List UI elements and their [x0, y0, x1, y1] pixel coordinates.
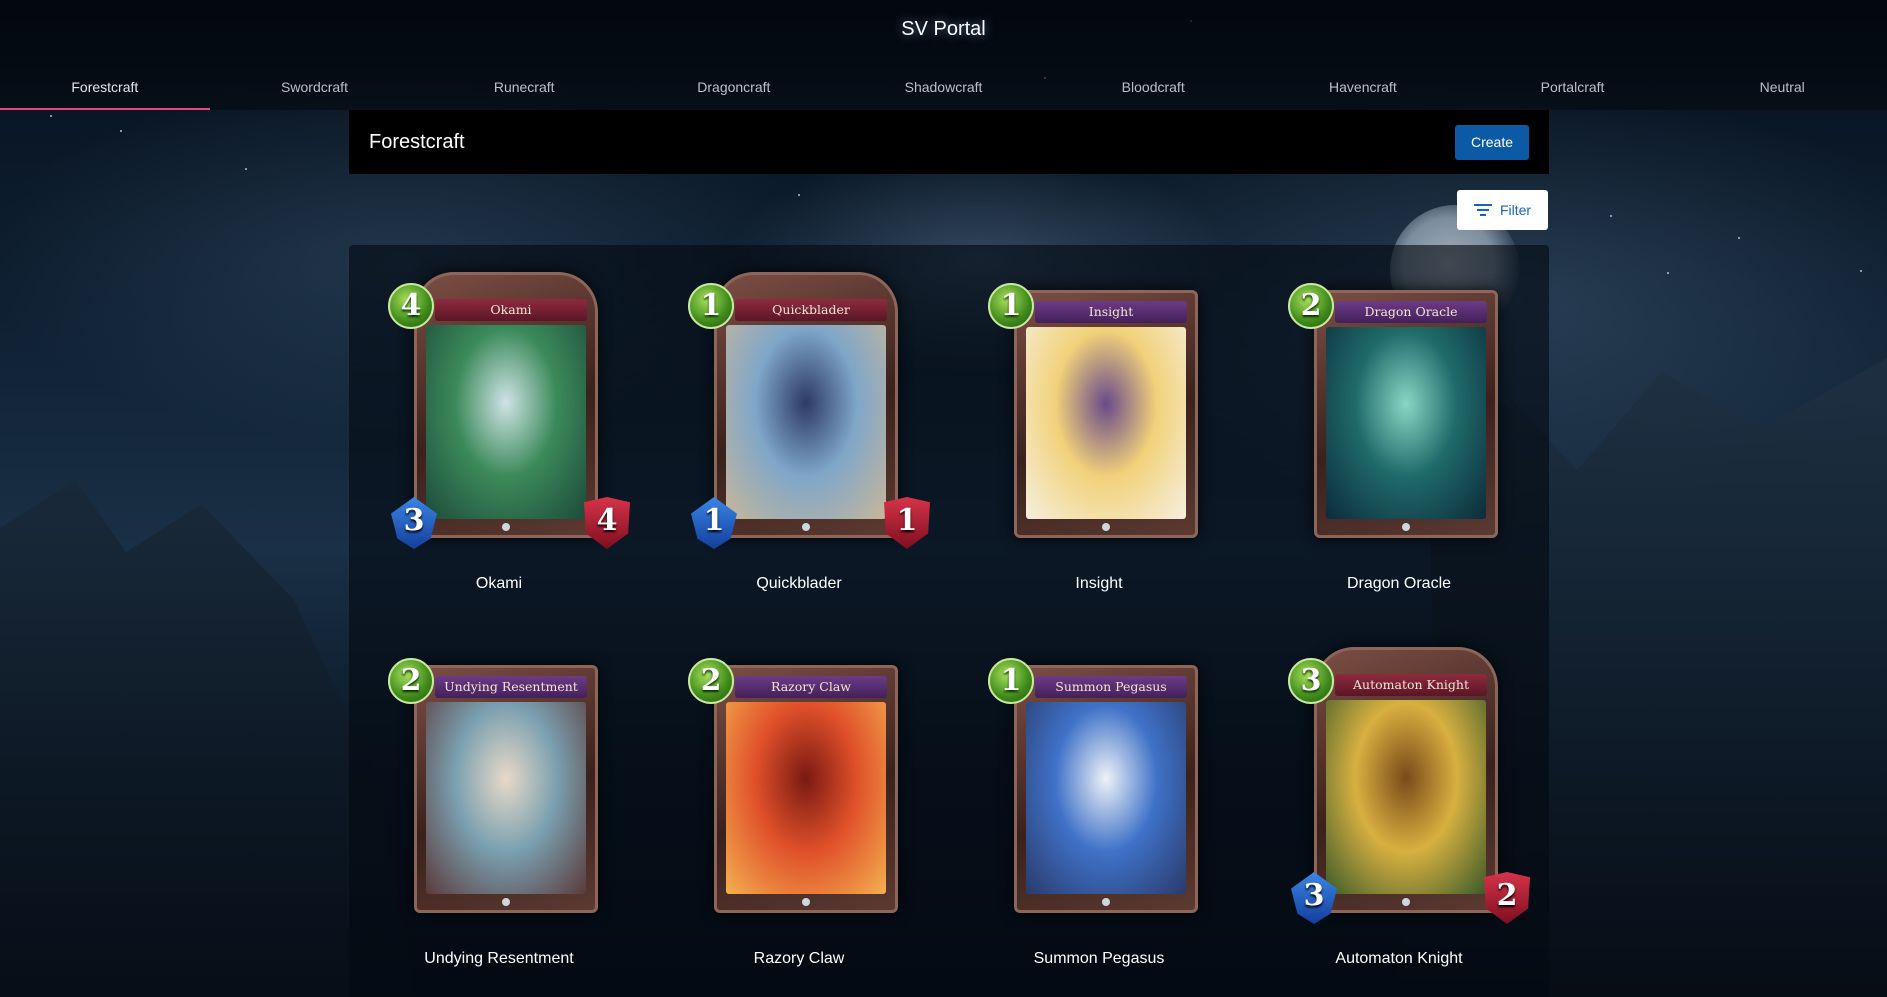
- card-item[interactable]: Insight 1 Insight: [949, 245, 1249, 620]
- page-titlebar: Forestcraft Create: [349, 110, 1549, 174]
- rarity-gem-icon: [1402, 898, 1410, 906]
- cost-badge: 1: [988, 658, 1034, 704]
- card-banner: Summon Pegasus: [1035, 676, 1187, 698]
- create-button[interactable]: Create: [1454, 124, 1529, 160]
- card-item[interactable]: Automaton Knight 3 3 2 Automaton Knight: [1249, 620, 1549, 995]
- card-illustration: [726, 325, 886, 519]
- card-banner: Insight: [1035, 301, 1187, 323]
- defense-badge: 1: [884, 497, 930, 549]
- card-item[interactable]: Razory Claw 2 Razory Claw: [649, 620, 949, 995]
- card-illustration: [1026, 327, 1186, 519]
- card-banner: Automaton Knight: [1335, 674, 1487, 696]
- card-name: Summon Pegasus: [1033, 950, 1165, 967]
- cost-badge: 1: [688, 283, 734, 329]
- class-tabs: Forestcraft Swordcraft Runecraft Dragonc…: [0, 70, 1887, 110]
- card-item[interactable]: Okami 4 3 4 Okami: [349, 245, 649, 620]
- tab-dragoncraft[interactable]: Dragoncraft: [629, 70, 839, 110]
- cost-badge: 3: [1288, 658, 1334, 704]
- card-illustration: [1326, 700, 1486, 894]
- card-art[interactable]: Automaton Knight: [1314, 647, 1498, 913]
- page-title: Forestcraft: [369, 130, 465, 153]
- defense-badge: 4: [584, 497, 630, 549]
- card-illustration: [726, 702, 886, 894]
- card-item[interactable]: Undying Resentment 2 Undying Resentment: [349, 620, 649, 995]
- rarity-gem-icon: [1102, 898, 1110, 906]
- tab-bloodcraft[interactable]: Bloodcraft: [1048, 70, 1258, 110]
- card-illustration: [426, 702, 586, 894]
- card-art[interactable]: Razory Claw: [714, 665, 898, 913]
- cost-badge: 2: [388, 658, 434, 704]
- star: [1610, 215, 1612, 217]
- filter-button[interactable]: Filter: [1457, 190, 1548, 230]
- star: [798, 194, 800, 196]
- rarity-gem-icon: [1102, 523, 1110, 531]
- star: [245, 168, 247, 170]
- app-header: SV Portal Forestcraft Swordcraft Runecra…: [0, 0, 1887, 110]
- cost-badge: 2: [1288, 283, 1334, 329]
- star: [1860, 270, 1862, 272]
- filter-label: Filter: [1499, 202, 1532, 218]
- card-item[interactable]: Quickblader 1 1 1 Quickblader: [649, 245, 949, 620]
- tab-havencraft[interactable]: Havencraft: [1258, 70, 1468, 110]
- card-name: Automaton Knight: [1335, 950, 1463, 967]
- rarity-gem-icon: [1402, 523, 1410, 531]
- card-grid: Okami 4 3 4 Okami Quickblader 1 1 1 Quickblader In…: [349, 245, 1549, 997]
- card-illustration: [1026, 702, 1186, 894]
- tab-neutral[interactable]: Neutral: [1677, 70, 1887, 110]
- card-item[interactable]: Dragon Oracle 2 Dragon Oracle: [1249, 245, 1549, 620]
- cost-badge: 1: [988, 283, 1034, 329]
- card-name: Okami: [475, 575, 523, 592]
- star: [120, 130, 122, 132]
- card-illustration: [426, 325, 586, 519]
- card-art[interactable]: Dragon Oracle: [1314, 290, 1498, 538]
- card-name: Undying Resentment: [424, 950, 574, 967]
- card-name: Quickblader: [756, 575, 842, 592]
- card-name: Dragon Oracle: [1346, 575, 1452, 592]
- card-art[interactable]: Quickblader: [714, 272, 898, 538]
- card-banner: Dragon Oracle: [1335, 301, 1487, 323]
- card-banner: Quickblader: [735, 299, 887, 321]
- card-banner: Undying Resentment: [435, 676, 587, 698]
- tab-swordcraft[interactable]: Swordcraft: [210, 70, 420, 110]
- card-art[interactable]: Summon Pegasus: [1014, 665, 1198, 913]
- cost-badge: 2: [688, 658, 734, 704]
- tab-shadowcraft[interactable]: Shadowcraft: [839, 70, 1049, 110]
- filter-icon: [1473, 204, 1492, 216]
- defense-badge: 2: [1484, 872, 1530, 924]
- card-name: Insight: [1075, 575, 1123, 592]
- card-item[interactable]: Summon Pegasus 1 Summon Pegasus: [949, 620, 1249, 995]
- rarity-gem-icon: [502, 898, 510, 906]
- tab-portalcraft[interactable]: Portalcraft: [1468, 70, 1678, 110]
- star: [1738, 237, 1740, 239]
- card-illustration: [1326, 327, 1486, 519]
- app-title: SV Portal: [901, 18, 986, 40]
- card-art[interactable]: Undying Resentment: [414, 665, 598, 913]
- card-art[interactable]: Insight: [1014, 290, 1198, 538]
- rarity-gem-icon: [802, 523, 810, 531]
- star: [1667, 272, 1669, 274]
- card-name: Razory Claw: [753, 950, 845, 967]
- tab-forestcraft[interactable]: Forestcraft: [0, 70, 210, 110]
- tab-runecraft[interactable]: Runecraft: [419, 70, 629, 110]
- rarity-gem-icon: [502, 523, 510, 531]
- star: [50, 115, 52, 117]
- card-banner: Okami: [435, 299, 587, 321]
- rarity-gem-icon: [802, 898, 810, 906]
- card-art[interactable]: Okami: [414, 272, 598, 538]
- card-banner: Razory Claw: [735, 676, 887, 698]
- cost-badge: 4: [388, 283, 434, 329]
